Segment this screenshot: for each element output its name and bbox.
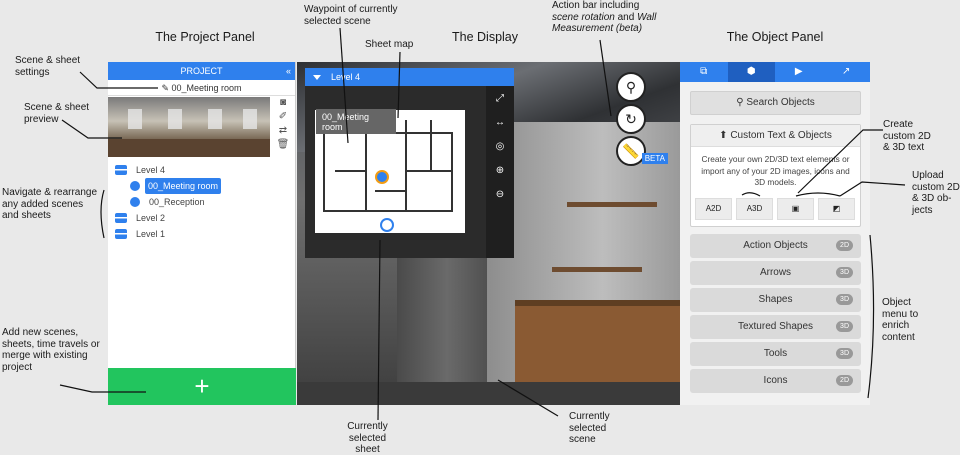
badge: 3D bbox=[836, 348, 853, 359]
tree-item-level-2[interactable]: Level 2 bbox=[108, 210, 296, 226]
scene-tree: Level 4 00_Meeting room 00_Reception Lev… bbox=[108, 162, 296, 242]
custom-objects-description: Create your own 2D/3D text elements or i… bbox=[701, 154, 850, 187]
sheet-map-panel: 00_Meeting room ⤢ ↔ ◎ ⊕ ⊖ bbox=[305, 86, 514, 258]
zoom-in-icon[interactable]: ⊕ bbox=[486, 160, 514, 182]
waypoint[interactable] bbox=[380, 218, 394, 232]
expand-icon[interactable]: ⤢ bbox=[486, 88, 514, 110]
scene-name-field[interactable]: ✎ 00_Meeting room bbox=[108, 80, 295, 96]
scene-bubble: 00_Meeting room bbox=[316, 109, 396, 134]
zoom-out-icon[interactable]: ⊖ bbox=[486, 184, 514, 206]
menu-action-objects[interactable]: Action Objects 2D bbox=[690, 234, 861, 258]
text-2d-button[interactable]: A2D bbox=[695, 198, 732, 220]
project-panel-header: The Project Panel bbox=[155, 30, 255, 44]
annotation-create-custom: Create custom 2D & 3D text bbox=[883, 119, 931, 153]
scene-name-label: 00_Meeting room bbox=[171, 83, 242, 93]
sheet-tools: ⤢ ↔ ◎ ⊕ ⊖ bbox=[486, 86, 514, 258]
layers-icon bbox=[115, 229, 127, 239]
cube-icon[interactable]: ⬢ bbox=[727, 62, 775, 82]
custom-objects-box: ⬆ Custom Text & Objects Create your own … bbox=[690, 124, 861, 227]
menu-tools[interactable]: Tools 3D bbox=[690, 342, 861, 366]
waypoint-current[interactable] bbox=[375, 170, 389, 184]
level-label: Level 4 bbox=[331, 72, 361, 82]
pencil-icon[interactable]: ✎ bbox=[161, 83, 171, 93]
badge: 3D bbox=[836, 321, 853, 332]
annotation-sheet-map: Sheet map bbox=[365, 39, 414, 50]
preview-tools: ◙ ✐ ⇄ 🗑 bbox=[271, 97, 295, 157]
globe-icon bbox=[130, 181, 140, 191]
menu-arrows[interactable]: Arrows 3D bbox=[690, 261, 861, 285]
trash-icon[interactable]: 🗑 bbox=[271, 139, 295, 153]
fit-width-icon[interactable]: ↔ bbox=[486, 112, 514, 134]
project-title: PROJECT bbox=[180, 66, 223, 76]
level-selector[interactable]: Level 4 bbox=[305, 68, 514, 86]
badge: 3D bbox=[836, 294, 853, 305]
hierarchy-icon[interactable]: ⧉ bbox=[680, 62, 728, 82]
object-panel-header: The Object Panel bbox=[726, 30, 824, 44]
scene-preview-image bbox=[108, 97, 270, 157]
object-tabs: ⧉ ⬢ ▶ ↗ bbox=[680, 62, 870, 82]
annotation-navigate: Navigate & rearrange any added scenes an… bbox=[2, 187, 98, 221]
search-objects-button[interactable]: ⚲ Search Objects bbox=[690, 91, 861, 115]
project-topbar: PROJECT « bbox=[108, 62, 295, 80]
annotation-action-bar: Action bar including scene rotation and … bbox=[552, 0, 657, 34]
annotation-current-scene: Currently selected scene bbox=[569, 411, 610, 445]
menu-icons[interactable]: Icons 2D bbox=[690, 369, 861, 393]
upload-icon: ⬆ bbox=[719, 130, 731, 141]
badge: 3D bbox=[836, 267, 853, 278]
video-icon[interactable]: ▶ bbox=[775, 62, 823, 82]
menu-shapes[interactable]: Shapes 3D bbox=[690, 288, 861, 312]
beta-badge: BETA bbox=[641, 153, 668, 164]
zoom-icon[interactable]: ⚲ bbox=[616, 72, 646, 102]
add-scene-button[interactable]: + bbox=[108, 368, 296, 405]
badge: 2D bbox=[836, 375, 853, 386]
annotation-object-menu: Object menu to enrich content bbox=[882, 297, 919, 343]
display-view[interactable]: Level 4 00_Meeting room ⤢ ↔ ◎ ⊕ ⊖ ⚲ ↻ 📏 … bbox=[297, 62, 680, 405]
annotation-scene-preview: Scene & sheet preview bbox=[24, 102, 90, 125]
project-panel: PROJECT « ✎ 00_Meeting room ◙ ✐ ⇄ 🗑 Leve… bbox=[108, 62, 296, 405]
tree-item-level-1[interactable]: Level 1 bbox=[108, 226, 296, 242]
annotation-upload-custom: Upload custom 2D & 3D ob- jects bbox=[912, 170, 960, 216]
brush-icon[interactable]: ✐ bbox=[271, 111, 295, 125]
annotation-current-sheet: Currently selected sheet bbox=[347, 421, 388, 455]
layers-icon bbox=[115, 213, 127, 223]
annotation-add-new: Add new scenes, sheets, time travels or … bbox=[2, 327, 100, 373]
tree-item-meeting-room[interactable]: 00_Meeting room bbox=[108, 178, 296, 194]
search-icon: ⚲ bbox=[736, 97, 747, 108]
cube-icon[interactable]: ◩ bbox=[818, 198, 855, 220]
external-link-icon[interactable]: ↗ bbox=[823, 62, 871, 82]
annotation-waypoint: Waypoint of currently selected scene bbox=[304, 4, 398, 27]
swap-icon[interactable]: ⇄ bbox=[271, 125, 295, 139]
globe-icon bbox=[130, 197, 140, 207]
triangle-down-icon bbox=[313, 75, 321, 80]
annotation-scene-settings: Scene & sheet settings bbox=[15, 55, 81, 78]
object-panel: ⧉ ⬢ ▶ ↗ ⚲ Search Objects ⬆ Custom Text &… bbox=[680, 62, 870, 405]
custom-objects-button[interactable]: ⬆ Custom Text & Objects bbox=[691, 125, 860, 147]
tree-item-level-4[interactable]: Level 4 bbox=[108, 162, 296, 178]
tree-item-reception[interactable]: 00_Reception bbox=[108, 194, 296, 210]
collapse-icon[interactable]: « bbox=[286, 62, 291, 80]
camera-icon[interactable]: ◙ bbox=[271, 97, 295, 111]
badge: 2D bbox=[836, 240, 853, 251]
rotate-scene-icon[interactable]: ↻ bbox=[616, 104, 646, 134]
image-icon[interactable]: ▣ bbox=[777, 198, 814, 220]
menu-textured-shapes[interactable]: Textured Shapes 3D bbox=[690, 315, 861, 339]
text-3d-button[interactable]: A3D bbox=[736, 198, 773, 220]
display-header: The Display bbox=[452, 30, 518, 44]
layers-icon bbox=[115, 165, 127, 175]
target-icon[interactable]: ◎ bbox=[486, 136, 514, 158]
